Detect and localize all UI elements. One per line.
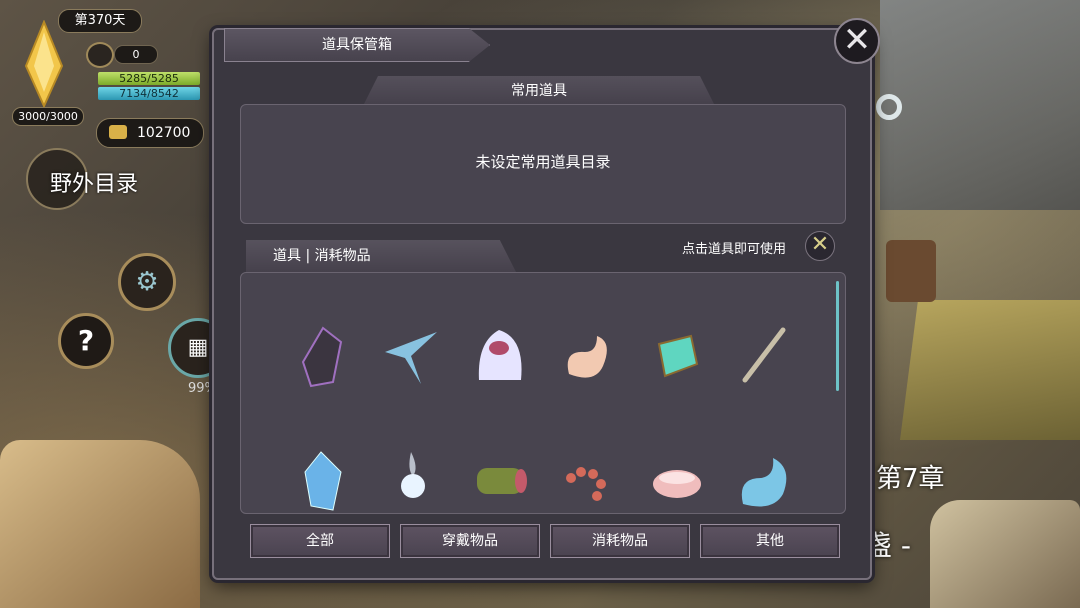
items-category-tab[interactable]: 道具 | 消耗物品 xyxy=(246,240,516,272)
item-storage-panel: 道具保管箱 常用道具 未设定常用道具目录 道具 | 消耗物品 点击道具即可使用 … xyxy=(212,28,872,580)
favorites-box: 未设定常用道具目录 xyxy=(240,104,846,224)
blue-spirit-icon xyxy=(741,458,787,507)
filter-bar: 全部 穿戴物品 消耗物品 其他 xyxy=(250,524,840,558)
use-hint: 点击道具即可使用 xyxy=(682,242,787,257)
blue-crystal-icon xyxy=(304,451,342,511)
peach-spirit-icon xyxy=(567,336,607,378)
item-slot[interactable] xyxy=(721,293,809,419)
scene-barrel xyxy=(886,240,936,302)
feather-icon xyxy=(742,327,786,383)
favorites-tab: 常用道具 xyxy=(364,76,714,104)
help-button[interactable]: ? xyxy=(58,313,114,369)
calendar-icon[interactable] xyxy=(86,42,114,68)
scene-rock xyxy=(0,440,200,608)
red-bead-string-icon xyxy=(566,467,606,501)
ice-shard-icon xyxy=(385,332,437,384)
items-box xyxy=(240,272,846,514)
mp-bar: 7134/8542 xyxy=(98,87,200,100)
gold-counter: 102700 xyxy=(96,118,204,148)
field-menu-label[interactable]: 野外目录 xyxy=(50,166,138,198)
close-button[interactable]: ✕ xyxy=(834,18,880,64)
filter-equipment-button[interactable]: 穿戴物品 xyxy=(400,524,540,558)
item-grid xyxy=(281,293,801,545)
day-counter: 第370天 xyxy=(58,9,142,33)
gold-value: 102700 xyxy=(137,125,191,141)
item-slot[interactable] xyxy=(457,293,545,419)
filter-all-button[interactable]: 全部 xyxy=(250,524,390,558)
scene-rock-right xyxy=(930,500,1080,608)
location-marker-icon[interactable] xyxy=(876,94,902,120)
gear-icon: ⚙ xyxy=(135,267,159,297)
panel-title: 道具保管箱 xyxy=(224,28,490,62)
hp-bar: 5285/5285 xyxy=(98,72,200,85)
hint-close-icon[interactable]: ✕ xyxy=(805,231,835,261)
item-slot[interactable] xyxy=(545,293,633,419)
crystal-icon xyxy=(24,20,64,108)
jade-gem-icon xyxy=(657,334,699,378)
filter-other-button[interactable]: 其他 xyxy=(700,524,840,558)
scene-tent xyxy=(900,300,1080,440)
gold-icon xyxy=(109,125,127,139)
ghost-hood-icon xyxy=(478,330,522,380)
calendar-count: 0 xyxy=(114,45,158,64)
item-slot[interactable] xyxy=(281,293,369,419)
pink-bowl-icon xyxy=(653,470,701,498)
crystal-value: 3000/3000 xyxy=(12,107,84,126)
item-slot[interactable] xyxy=(369,293,457,419)
chapter-label: 第7章 xyxy=(876,464,945,494)
scrollbar[interactable] xyxy=(836,281,839,391)
calendar-icon: ▦ xyxy=(187,335,209,360)
dark-stone-icon xyxy=(301,326,343,388)
scene-roof-right xyxy=(880,0,1080,210)
white-wisp-icon xyxy=(401,452,425,498)
filter-consumables-button[interactable]: 消耗物品 xyxy=(550,524,690,558)
meat-roll-icon xyxy=(477,468,527,494)
gear-button[interactable]: ⚙ xyxy=(118,253,176,311)
item-slot[interactable] xyxy=(633,293,721,419)
favorites-empty-text: 未设定常用道具目录 xyxy=(475,153,611,171)
